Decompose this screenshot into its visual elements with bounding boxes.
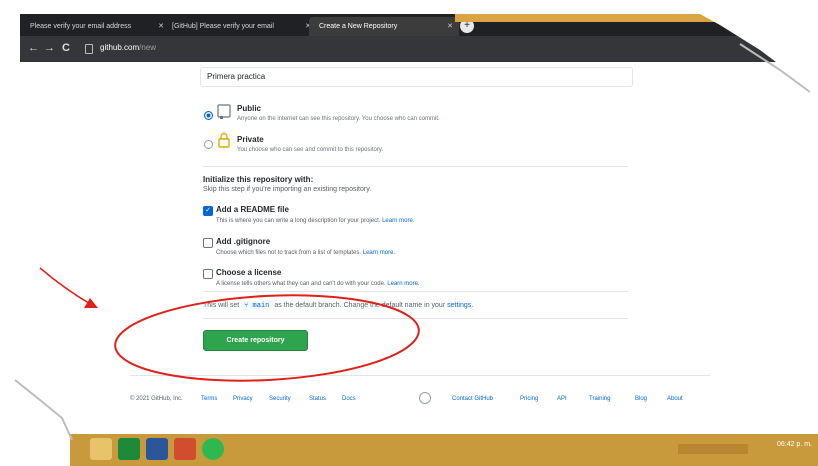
annotation-arrowhead bbox=[84, 298, 98, 308]
annotation-overlay bbox=[39, 267, 420, 382]
screenshot-frame: Please verify your email address ✕ [GitH… bbox=[0, 0, 818, 466]
annotation-ellipse bbox=[114, 294, 420, 382]
annotation-arrow-line bbox=[39, 267, 93, 306]
